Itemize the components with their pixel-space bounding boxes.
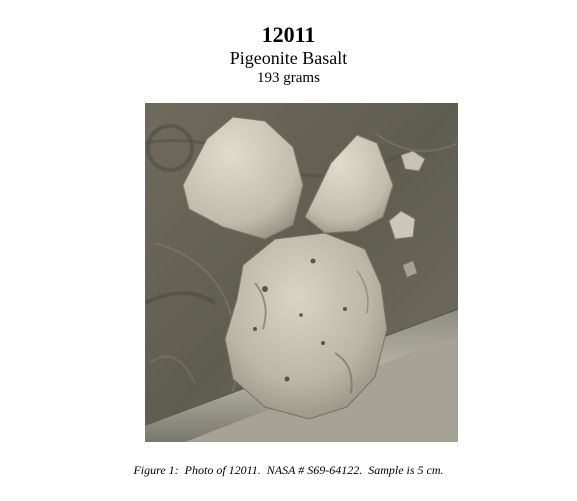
figure-caption: Figure 1: Photo of 12011. NASA # S69-641…: [133, 463, 444, 477]
sample-photo: [145, 103, 458, 442]
document-page: 12011 Pigeonite Basalt 193 grams Figure …: [0, 0, 577, 501]
sample-id-title: 12011: [261, 22, 316, 47]
rock-type-subtitle: Pigeonite Basalt: [229, 48, 348, 68]
sample-mass: 193 grams: [257, 70, 320, 86]
sample-photo-image: [145, 103, 458, 442]
